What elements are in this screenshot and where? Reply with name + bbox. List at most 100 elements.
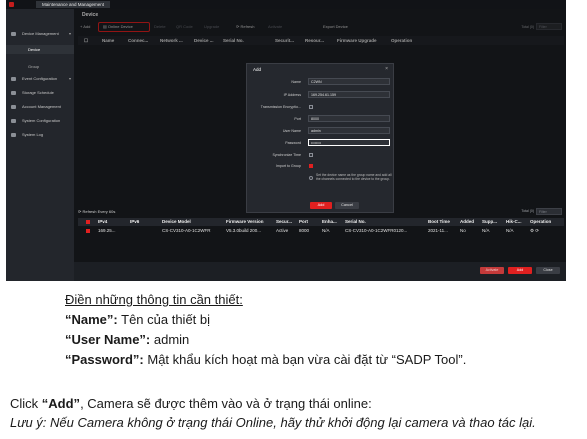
col-ipv6[interactable]: IPv6	[130, 218, 139, 226]
ip-address-field[interactable]: 169.254.61.159	[308, 91, 390, 98]
synchronize-time-label: Synchronize Time	[272, 153, 301, 157]
password-label: Password	[285, 141, 301, 145]
col-support[interactable]: Supp...	[482, 218, 497, 226]
sidebar-item-label: Device	[28, 47, 41, 52]
synchronize-time-checkbox[interactable]	[309, 153, 313, 157]
sidebar-item-label: Group	[28, 64, 40, 69]
refresh-interval[interactable]: ⟳ Refresh Every 60s	[78, 209, 115, 214]
instruction-click-line: Click “Add”, Camera sẽ được thêm vào và …	[10, 396, 372, 411]
name-label: Name	[291, 80, 301, 84]
cell-added: No	[460, 228, 466, 233]
cell-security: Active	[276, 228, 289, 233]
port-label: Port	[294, 117, 301, 121]
instruction-text: Điền những thông tin cần thiết: “Name”: …	[0, 281, 587, 439]
col-enhanced[interactable]: Enha...	[322, 218, 337, 226]
sidebar-item-group[interactable]: Group	[6, 62, 74, 71]
sidebar-item-label: System Configuration	[22, 118, 61, 123]
instruction-heading: Điền những thông tin cần thiết:	[65, 292, 243, 307]
sidebar-item-label: Event Configuration	[22, 76, 58, 81]
window-title: Maintenance and Management	[36, 1, 111, 8]
log-icon	[11, 133, 16, 137]
col-hik-connect[interactable]: Hik-C...	[506, 218, 522, 226]
cell-hik-connect: N/A	[506, 228, 514, 233]
add-device-dialog: Add × Name C2WN IP Address 169.254.61.15…	[246, 63, 394, 213]
click-prefix: Click	[10, 396, 42, 411]
col-added[interactable]: Added	[460, 218, 474, 226]
col-firmware-version[interactable]: Firmware Version	[226, 218, 264, 226]
instruction-name-value: Tên của thiết bị	[117, 312, 211, 327]
password-field[interactable]: ••••••••	[308, 139, 390, 146]
col-security[interactable]: Secur...	[276, 218, 292, 226]
row-checkbox[interactable]	[86, 229, 90, 233]
cell-device-model: CS-CV310-A0-1C2WFR	[162, 228, 211, 233]
sidebar-item-system-configuration[interactable]: System Configuration	[6, 116, 74, 126]
transmission-encryption-label: Transmission Encryptio...	[260, 105, 301, 109]
title-bar: Maintenance and Management	[6, 0, 566, 9]
sidebar-item-label: Storage Schedule	[22, 90, 54, 95]
col-port[interactable]: Port	[299, 218, 308, 226]
cell-ipv4: 169.25...	[98, 228, 116, 233]
instruction-password-value: Mật khẩu kích hoạt mà bạn vừa cài đặt từ…	[143, 352, 467, 367]
cell-support: N/A	[482, 228, 490, 233]
online-filter-input[interactable]: Filter	[536, 208, 562, 215]
chevron-down-icon: ▾	[68, 31, 71, 36]
import-to-group-label: Import to Group	[275, 164, 301, 168]
click-suffix: , Camera sẽ được thêm vào và ở trạng thá…	[80, 396, 372, 411]
col-device-model[interactable]: Device Model	[162, 218, 191, 226]
cell-serial-no: CS-CV310-A0-1C2WFR0120...	[345, 228, 408, 233]
online-device-panel: ⟳ Refresh Every 60s Total (0) Filter IPv…	[78, 207, 564, 247]
instruction-line-username: “User Name”: admin	[65, 332, 189, 347]
instruction-note: Lưu ý: Nếu Camera không ở trạng thái Onl…	[10, 415, 536, 430]
sidebar-item-event-configuration[interactable]: Event Configuration ▾	[6, 74, 74, 84]
name-field[interactable]: C2WN	[308, 78, 390, 85]
table-row[interactable]: 169.25... CS-CV310-A0-1C2WFR V5.3.0build…	[78, 227, 564, 235]
instruction-username-value: admin	[150, 332, 190, 347]
import-to-group-checkbox[interactable]	[309, 164, 313, 168]
sidebar: Device Management ▾ Device Group Event C…	[6, 9, 74, 281]
transmission-encryption-checkbox[interactable]	[309, 105, 313, 109]
col-boot-time[interactable]: Boot Time	[428, 218, 450, 226]
instruction-username-key: “User Name”:	[65, 332, 151, 347]
device-management-icon	[11, 32, 16, 36]
close-bottom-button[interactable]: Close	[536, 267, 560, 274]
instruction-line-name: “Name”: Tên của thiết bị	[65, 312, 210, 327]
port-field[interactable]: 8000	[308, 115, 390, 122]
add-bottom-button[interactable]: Add	[508, 267, 532, 274]
system-config-icon	[11, 119, 16, 123]
cell-port: 8000	[299, 228, 310, 233]
storage-icon	[11, 91, 16, 95]
sidebar-item-device-management[interactable]: Device Management ▾	[6, 29, 74, 39]
select-all-online-checkbox[interactable]	[86, 220, 90, 224]
close-icon[interactable]: ×	[385, 66, 388, 72]
click-bold: “Add”	[41, 396, 81, 411]
instruction-password-key: “Password”:	[65, 352, 144, 367]
online-total-count: Total (0)	[521, 209, 534, 213]
import-group-radio[interactable]	[309, 176, 313, 180]
online-table-header: IPv4 IPv6 Device Model Firmware Version …	[78, 218, 564, 226]
sidebar-item-device[interactable]: Device	[6, 45, 74, 54]
import-group-note: Set the device name as the group name an…	[316, 173, 392, 182]
screenshot-window: Maintenance and Management Device Manage…	[6, 0, 566, 281]
cell-firmware-version: V5.3.0build 200...	[226, 228, 262, 233]
sidebar-item-label: Device Management	[22, 31, 59, 36]
cell-enhanced: N/A	[322, 228, 330, 233]
username-field[interactable]: admin	[308, 127, 390, 134]
sidebar-item-label: Account Management	[22, 104, 61, 109]
chevron-down-icon: ▾	[68, 76, 71, 81]
sidebar-item-system-log[interactable]: System Log	[6, 130, 74, 140]
cell-operation-icons[interactable]: ⚙ ⟳	[530, 227, 539, 235]
sidebar-item-storage-schedule[interactable]: Storage Schedule	[6, 88, 74, 98]
ip-address-label: IP Address	[283, 93, 301, 97]
activate-bottom-button[interactable]: Activate	[480, 267, 504, 274]
cell-boot-time: 2021-11...	[428, 228, 448, 233]
instruction-name-key: “Name”:	[65, 312, 118, 327]
col-ipv4[interactable]: IPv4	[98, 218, 107, 226]
dialog-title: Add	[253, 67, 262, 72]
username-label: User Name	[282, 129, 301, 133]
refresh-interval-label: Refresh Every 60s	[82, 209, 116, 214]
sidebar-item-account-management[interactable]: Account Management	[6, 102, 74, 112]
event-icon	[11, 77, 16, 81]
instruction-line-password: “Password”: Mật khẩu kích hoạt mà bạn vừ…	[65, 352, 466, 367]
col-operation[interactable]: Operation	[530, 218, 551, 226]
col-serial-no[interactable]: Serial No.	[345, 218, 366, 226]
